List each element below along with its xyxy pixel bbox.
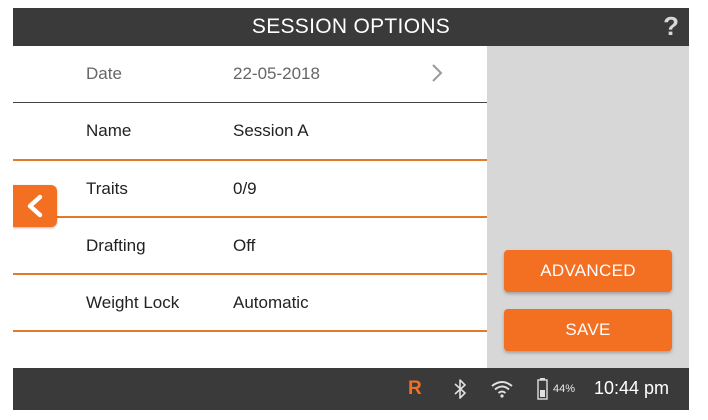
row-label: Date [86, 64, 122, 83]
divider [13, 330, 487, 332]
wifi-icon [491, 381, 513, 398]
row-label: Name [86, 121, 132, 140]
row-name[interactable]: Name Session A [13, 103, 487, 159]
advanced-button[interactable]: ADVANCED [504, 250, 672, 292]
title-bar: SESSION OPTIONS ? [13, 8, 689, 46]
row-value: Automatic [233, 293, 309, 312]
content-area: Date 22-05-2018 Name Session A Traits 0/… [13, 46, 689, 368]
row-label: Drafting [86, 236, 146, 255]
side-panel: ADVANCED SAVE [487, 46, 689, 368]
row-value: 0/9 [233, 179, 257, 198]
battery-icon [537, 378, 548, 400]
battery-percent: 44% [553, 383, 576, 395]
reader-indicator: R [408, 378, 422, 399]
row-date[interactable]: Date 22-05-2018 [13, 46, 487, 102]
save-button[interactable]: SAVE [504, 309, 672, 351]
row-traits[interactable]: Traits 0/9 [13, 161, 487, 217]
row-value: 22-05-2018 [233, 64, 320, 83]
row-value: Session A [233, 121, 309, 140]
row-label: Weight Lock [86, 293, 180, 312]
back-button[interactable] [13, 185, 57, 227]
back-arrow-icon [27, 194, 43, 218]
help-icon[interactable]: ? [663, 11, 679, 42]
bluetooth-icon [454, 379, 466, 399]
device-screen: SESSION OPTIONS ? Date 22-05-2018 Name S… [13, 8, 689, 410]
options-list: Date 22-05-2018 Name Session A Traits 0/… [13, 46, 487, 368]
row-weight-lock[interactable]: Weight Lock Automatic [13, 275, 487, 331]
status-bar: R 44% 10:44 pm [13, 368, 689, 410]
row-value: Off [233, 236, 256, 255]
row-drafting[interactable]: Drafting Off [13, 218, 487, 274]
row-label: Traits [86, 179, 128, 198]
page-title: SESSION OPTIONS [251, 15, 451, 38]
chevron-right-icon [432, 64, 443, 82]
clock: 10:44 pm [594, 378, 670, 398]
